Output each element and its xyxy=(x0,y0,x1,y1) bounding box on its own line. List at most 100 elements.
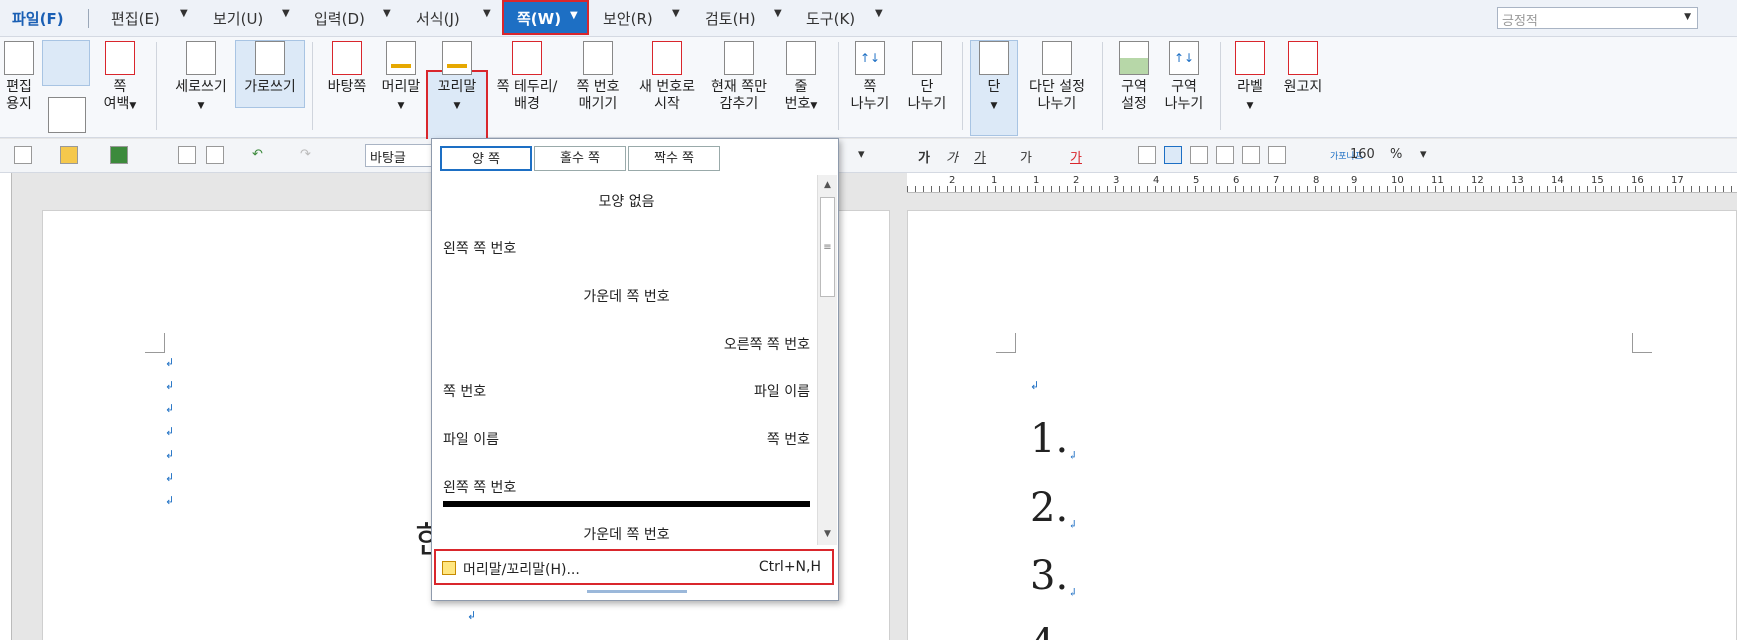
section-icon xyxy=(1119,41,1149,75)
section-break-button[interactable]: 구역 나누기 xyxy=(1162,41,1206,113)
ruler-number: 2 xyxy=(949,175,956,186)
page-break-icon xyxy=(855,41,885,75)
list-item-number: 4 xyxy=(1030,621,1055,640)
style-combo[interactable]: 긍정적 ▼ xyxy=(1497,7,1698,29)
menu-insert-arrow-icon[interactable]: ▼ xyxy=(383,8,391,19)
align-center-icon[interactable] xyxy=(1190,146,1208,164)
new-number-label: 새 번호로 시작 xyxy=(639,79,695,112)
column-button[interactable]: 단 ▼ xyxy=(974,41,1014,115)
distribute-icon[interactable] xyxy=(1242,146,1260,164)
header-button[interactable]: 머리말 ▼ xyxy=(376,41,426,115)
footer-option-left-number[interactable]: 왼쪽 쪽 번호 xyxy=(443,238,810,278)
page-break-button[interactable]: 쪽 나누기 xyxy=(848,41,892,113)
manuscript-paper-button[interactable]: 원고지 xyxy=(1278,41,1328,96)
menu-edit[interactable]: 편집(E) xyxy=(111,8,160,29)
master-page-label: 바탕쪽 xyxy=(327,79,367,95)
menu-security-arrow-icon[interactable]: ▼ xyxy=(672,8,680,19)
footer-dropdown: 양 쪽 홀수 쪽 짝수 쪽 모양 없음 왼쪽 쪽 번호 가운데 쪽 번호 오른쪽… xyxy=(431,138,839,601)
scroll-down-icon[interactable]: ▼ xyxy=(819,526,836,543)
new-number-button[interactable]: 새 번호로 시작 xyxy=(632,41,702,113)
vertical-write-button[interactable]: 세로쓰기 ▼ xyxy=(168,41,234,115)
chevron-down-icon[interactable]: ▼ xyxy=(1684,12,1691,22)
redo-icon[interactable]: ↷ xyxy=(300,147,311,162)
menu-file[interactable]: 파일(F) xyxy=(12,8,64,29)
option-label: 모양 없음 xyxy=(598,194,655,210)
vertical-ruler[interactable] xyxy=(0,173,12,640)
menu-view-arrow-icon[interactable]: ▼ xyxy=(282,8,290,19)
chevron-down-icon[interactable]: ▾ xyxy=(1420,147,1427,162)
chevron-down-icon: ▼ xyxy=(990,101,998,111)
tab-even-pages[interactable]: 짝수 쪽 xyxy=(628,146,720,171)
undo-icon[interactable]: ↶ xyxy=(252,147,263,162)
horizontal-write-button[interactable]: 가로쓰기 xyxy=(237,41,303,96)
horizontal-ruler[interactable]: 2 1 1 2 3 4 5 6 7 8 9 10 11 12 13 14 15 … xyxy=(907,173,1737,193)
menu-format[interactable]: 서식(J) xyxy=(416,8,460,29)
bold-button[interactable]: 가 xyxy=(918,147,930,166)
open-folder-icon[interactable] xyxy=(60,146,78,164)
divide-icon[interactable] xyxy=(1268,146,1286,164)
menu-page-arrow-icon[interactable]: ▼ xyxy=(570,10,578,21)
paragraph-style-select[interactable]: 바탕글 xyxy=(365,144,433,167)
align-right-icon[interactable] xyxy=(1216,146,1234,164)
font-color-button[interactable]: 가 xyxy=(1070,147,1082,166)
page-margin-button[interactable]: 쪽 여백▼ xyxy=(100,41,140,115)
menu-format-arrow-icon[interactable]: ▼ xyxy=(483,8,491,19)
paragraph-mark-icon: ↲ xyxy=(165,402,175,415)
tab-both-pages[interactable]: 양 쪽 xyxy=(440,146,532,171)
line-spacing-value[interactable]: 160 xyxy=(1350,147,1375,162)
page-numbering-button[interactable]: 쪽 번호 매기기 xyxy=(566,41,630,113)
align-left-icon[interactable] xyxy=(1164,146,1182,164)
line-number-button[interactable]: 줄 번호▼ xyxy=(776,41,826,115)
page-border-button[interactable]: 쪽 테두리/ 배경 xyxy=(490,41,564,113)
print-icon[interactable] xyxy=(178,146,196,164)
ruler-number: 6 xyxy=(1233,175,1240,186)
footer-option-center-number[interactable]: 가운데 쪽 번호 xyxy=(443,286,810,326)
menu-security[interactable]: 보안(R) xyxy=(603,8,653,29)
preview-icon[interactable] xyxy=(206,146,224,164)
footer-option-left-number-line[interactable]: 왼쪽 쪽 번호 xyxy=(443,477,810,517)
strikethrough-button[interactable]: 가 xyxy=(1020,147,1032,166)
footer-option-none[interactable]: 모양 없음 xyxy=(443,191,810,231)
multi-column-button[interactable]: 다단 설정 나누기 xyxy=(1022,41,1092,113)
label-button[interactable]: 라벨 ▼ xyxy=(1230,41,1270,115)
ruler-number: 1 xyxy=(991,175,998,186)
menu-view[interactable]: 보기(U) xyxy=(213,8,263,29)
new-document-icon[interactable] xyxy=(14,146,32,164)
ruler-number: 14 xyxy=(1551,175,1564,186)
document-page-right[interactable]: ↲ 1.↲ 2.↲ 3.↲ 4 xyxy=(907,210,1737,640)
footer-option-center-number-line[interactable]: 가운데 쪽 번호 xyxy=(443,524,810,548)
scroll-thumb[interactable]: ≡ xyxy=(820,197,835,297)
tab-odd-pages[interactable]: 홀수 쪽 xyxy=(534,146,626,171)
align-justify-icon[interactable] xyxy=(1138,146,1156,164)
master-page-button[interactable]: 바탕쪽 xyxy=(322,41,372,96)
footer-option-filename-number[interactable]: 파일 이름 쪽 번호 xyxy=(443,429,810,469)
menu-page-active[interactable]: 쪽(W) ▼ xyxy=(502,0,589,35)
landscape-paper-icon[interactable] xyxy=(48,97,86,133)
menu-insert[interactable]: 입력(D) xyxy=(314,8,365,29)
menu-tools[interactable]: 도구(K) xyxy=(806,8,855,29)
edit-paper-button[interactable]: 편집 용지 xyxy=(2,41,36,113)
menu-review-arrow-icon[interactable]: ▼ xyxy=(774,8,782,19)
list-item-text: 3. xyxy=(1030,553,1069,599)
menu-tools-arrow-icon[interactable]: ▼ xyxy=(875,8,883,19)
footer-button[interactable]: 꼬리말 ▼ xyxy=(430,41,484,115)
header-footer-settings-item[interactable]: 머리말/꼬리말(H)... Ctrl+N,H xyxy=(434,549,834,585)
ruler-number: 1 xyxy=(1033,175,1040,186)
header-icon xyxy=(386,41,416,75)
menu-review[interactable]: 검토(H) xyxy=(705,8,756,29)
column-break-button[interactable]: 단 나누기 xyxy=(902,41,952,113)
underline-button[interactable]: 가 xyxy=(974,147,986,166)
dropdown-scrollbar[interactable]: ▲ ≡ ▼ xyxy=(817,175,837,545)
save-icon[interactable] xyxy=(110,146,128,164)
scroll-up-icon[interactable]: ▲ xyxy=(819,177,836,194)
ruler-number: 5 xyxy=(1193,175,1200,186)
menu-edit-arrow-icon[interactable]: ▼ xyxy=(180,8,188,19)
footer-option-right-number[interactable]: 오른쪽 쪽 번호 xyxy=(443,334,810,374)
italic-button[interactable]: 가 xyxy=(946,147,958,166)
column-break-icon xyxy=(912,41,942,75)
section-setting-button[interactable]: 구역 설정 xyxy=(1112,41,1156,113)
hide-current-page-button[interactable]: 현재 쪽만 감추기 xyxy=(704,41,774,113)
footer-option-number-filename[interactable]: 쪽 번호 파일 이름 xyxy=(443,381,810,421)
chevron-down-icon[interactable]: ▾ xyxy=(858,147,865,162)
resize-grip[interactable] xyxy=(587,590,687,593)
